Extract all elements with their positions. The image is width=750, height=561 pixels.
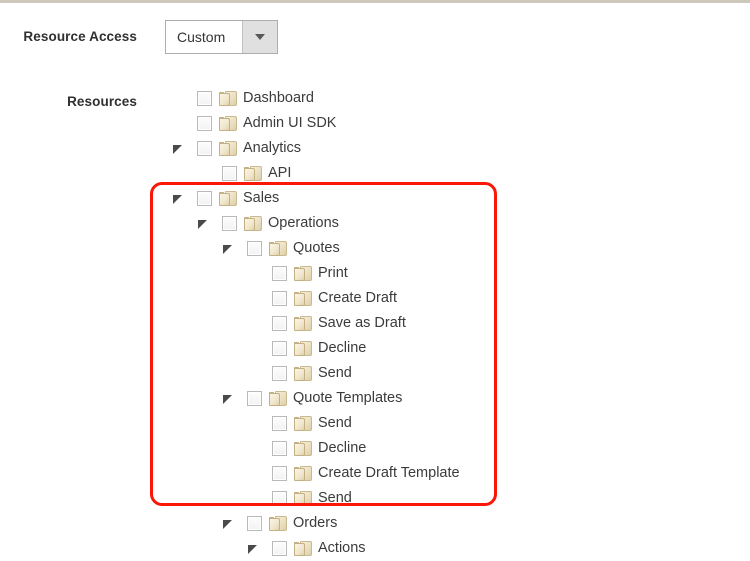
tree-node-label: Save as Draft [318,315,406,331]
tree-node-checkbox[interactable] [272,491,287,506]
tree-node-label: Operations [268,215,339,231]
tree-node-label: Dashboard [243,90,314,106]
folder-stack-icon [294,440,312,457]
collapse-toggle-icon[interactable] [222,243,234,255]
tree-row[interactable]: Analytics [0,136,750,161]
tree-row[interactable]: Send [0,411,750,436]
folder-stack-icon [219,115,237,132]
chevron-down-icon [255,34,265,40]
tree-node-checkbox[interactable] [272,441,287,456]
tree-node-label: Send [318,415,352,431]
tree-node-checkbox[interactable] [272,291,287,306]
tree-node-checkbox[interactable] [222,216,237,231]
tree-row[interactable]: Operations [0,211,750,236]
collapse-toggle-icon[interactable] [172,193,184,205]
tree-node-checkbox[interactable] [272,366,287,381]
tree-row[interactable]: Send [0,486,750,511]
tree-node-label: Actions [318,540,366,556]
tree-node-label: Create Draft [318,290,397,306]
resource-access-select-arrow[interactable] [242,21,277,53]
tree-node-label: Decline [318,340,367,356]
tree-row[interactable]: Quote Templates [0,386,750,411]
folder-stack-icon [294,465,312,482]
collapse-toggle-icon[interactable] [247,543,259,555]
folder-stack-icon [219,90,237,107]
tree-node-label: Send [318,365,352,381]
tree-node-checkbox[interactable] [247,241,262,256]
folder-stack-icon [244,165,262,182]
tree-node-label: Print [318,265,348,281]
folder-stack-icon [294,340,312,357]
tree-row[interactable]: Create Draft Template [0,461,750,486]
tree-row[interactable]: Dashboard [0,86,750,111]
tree-node-checkbox[interactable] [197,191,212,206]
collapse-toggle-icon[interactable] [222,518,234,530]
folder-stack-icon [219,140,237,157]
tree-node-checkbox[interactable] [272,466,287,481]
folder-stack-icon [219,190,237,207]
tree-row[interactable]: Save as Draft [0,311,750,336]
tree-row[interactable]: API [0,161,750,186]
tree-node-label: Sales [243,190,280,206]
top-divider [0,0,750,3]
tree-node-label: Quote Templates [293,390,403,406]
tree-node-checkbox[interactable] [272,316,287,331]
folder-stack-icon [244,215,262,232]
folder-stack-icon [294,365,312,382]
folder-stack-icon [294,315,312,332]
tree-node-checkbox[interactable] [272,266,287,281]
folder-stack-icon [294,290,312,307]
tree-node-label: Analytics [243,140,302,156]
tree-node-label: API [268,165,292,181]
folder-stack-icon [294,490,312,507]
tree-node-checkbox[interactable] [197,91,212,106]
collapse-toggle-icon[interactable] [222,393,234,405]
tree-node-checkbox[interactable] [272,341,287,356]
tree-node-label: Create Draft Template [318,465,460,481]
resource-access-select-value: Custom [177,29,226,45]
tree-node-checkbox[interactable] [247,516,262,531]
tree-node-checkbox[interactable] [247,391,262,406]
tree-row[interactable]: Send [0,361,750,386]
resource-access-label: Resource Access [23,29,137,44]
tree-row[interactable]: Print [0,261,750,286]
tree-node-checkbox[interactable] [222,166,237,181]
tree-node-checkbox[interactable] [272,416,287,431]
tree-row[interactable]: Admin UI SDK [0,111,750,136]
folder-stack-icon [294,265,312,282]
folder-stack-icon [269,515,287,532]
collapse-toggle-icon[interactable] [172,143,184,155]
tree-row[interactable]: Actions [0,536,750,561]
collapse-toggle-icon[interactable] [197,218,209,230]
tree-node-label: Send [318,490,352,506]
tree-row[interactable]: Decline [0,436,750,461]
tree-node-checkbox[interactable] [272,541,287,556]
resource-access-form: Resource Access Custom Resources Dashboa… [0,0,750,557]
folder-stack-icon [294,415,312,432]
tree-row[interactable]: Decline [0,336,750,361]
tree-row[interactable]: Create Draft [0,286,750,311]
tree-node-label: Quotes [293,240,340,256]
tree-node-label: Decline [318,440,367,456]
tree-row[interactable]: Sales [0,186,750,211]
folder-stack-icon [269,390,287,407]
folder-stack-icon [269,240,287,257]
tree-node-checkbox[interactable] [197,141,212,156]
tree-node-label: Orders [293,515,338,531]
folder-stack-icon [294,540,312,557]
tree-row[interactable]: Quotes [0,236,750,261]
resource-access-select[interactable]: Custom [165,20,278,54]
tree-row[interactable]: Orders [0,511,750,536]
tree-node-checkbox[interactable] [197,116,212,131]
tree-node-label: Admin UI SDK [243,115,337,131]
resources-tree: Dashboard Admin UI SDK Analytics API Sales Op… [0,86,750,561]
